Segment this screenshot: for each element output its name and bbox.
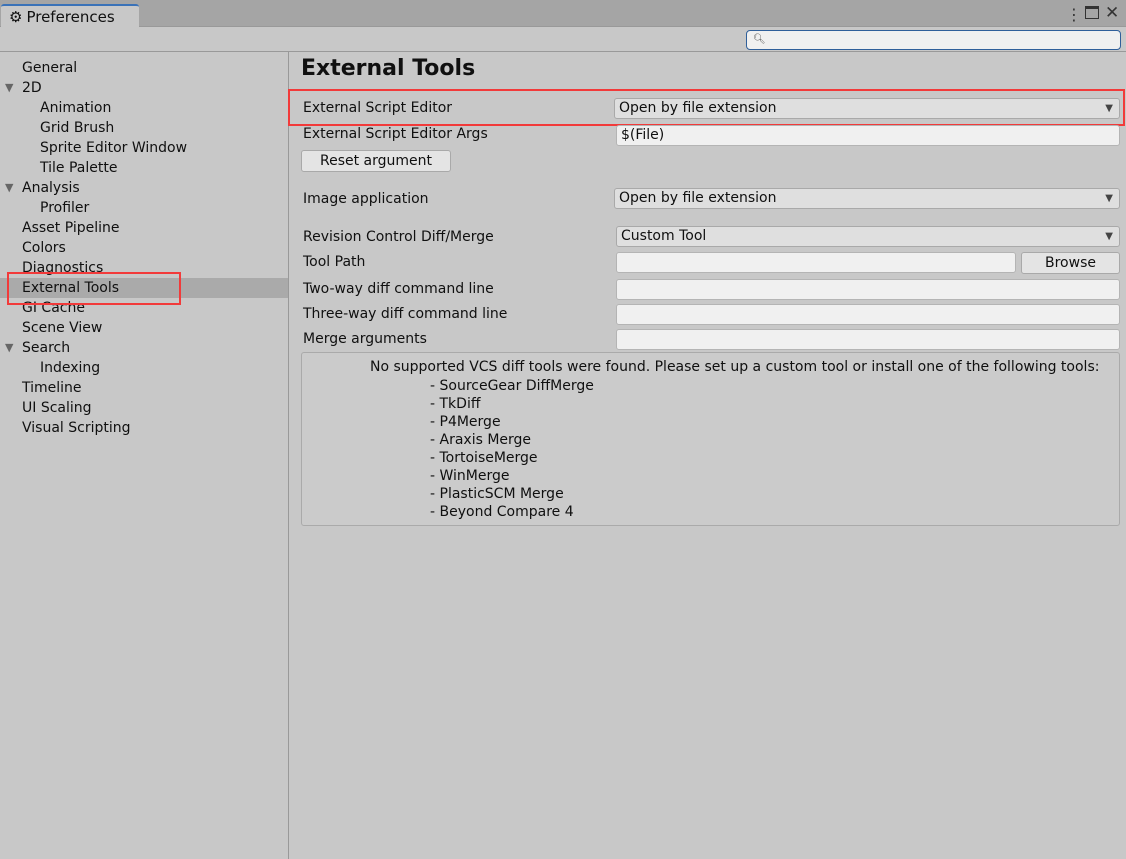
window-title: Preferences [26,8,115,26]
vcs-tool-item: - Beyond Compare 4 [430,504,574,520]
sidebar-item[interactable]: Sprite Editor Window [0,138,288,158]
sidebar-item-label: Analysis [22,180,80,196]
sidebar-item[interactable]: ▼ Search [0,338,288,358]
vcs-tool-item: - Araxis Merge [430,432,532,448]
page-title: External Tools [301,56,476,81]
sidebar-item-label: Animation [40,100,112,116]
vcs-tool-item: - TkDiff [430,396,481,412]
reset-argument-button[interactable]: Reset argument [301,150,451,172]
three-way-label: Three-way diff command line [303,306,508,322]
image-app-dropdown[interactable]: Open by file extension ▼ [614,188,1120,209]
sidebar-item-label: Colors [22,240,66,256]
sidebar-item[interactable]: Visual Scripting [0,418,288,438]
revision-dropdown[interactable]: Custom Tool ▼ [616,226,1120,247]
sidebar-item-label: Timeline [22,380,82,396]
more-icon[interactable]: ⋮ [1066,5,1082,24]
sidebar-item-label: Indexing [40,360,101,376]
dropdown-value: Open by file extension [619,190,777,206]
sidebar-item-label: 2D [22,80,42,96]
two-way-label: Two-way diff command line [303,281,494,297]
search-icon: 🔍︎ [753,34,766,45]
three-way-input[interactable] [616,304,1120,325]
maximize-icon[interactable] [1085,6,1099,19]
sidebar-item-label: Tile Palette [40,160,118,176]
sidebar-item[interactable]: ▼ 2D [0,78,288,98]
tab-preferences[interactable]: ⚙ Preferences [1,4,139,28]
sidebar-item-label: Profiler [40,200,90,216]
help-box: No supported VCS diff tools were found. … [301,352,1120,526]
browse-button[interactable]: Browse [1021,252,1120,274]
sidebar-item-label: Scene View [22,320,103,336]
sidebar-item[interactable]: Animation [0,98,288,118]
sidebar-item-label: Sprite Editor Window [40,140,188,156]
image-app-label: Image application [303,191,429,207]
sidebar-item-label: General [22,60,78,76]
tool-path-label: Tool Path [303,254,366,270]
sidebar-item[interactable]: Tile Palette [0,158,288,178]
sidebar-item[interactable]: Asset Pipeline [0,218,288,238]
sidebar-item-label: Asset Pipeline [22,220,120,236]
sidebar-item-label: Visual Scripting [22,420,131,436]
merge-args-label: Merge arguments [303,331,427,347]
sidebar-item[interactable]: Profiler [0,198,288,218]
sidebar-item[interactable]: UI Scaling [0,398,288,418]
expand-triangle-icon[interactable]: ▼ [5,78,13,98]
gear-icon: ⚙ [9,8,23,26]
sidebar-item[interactable]: Colors [0,238,288,258]
close-icon[interactable]: ✕ [1105,3,1119,23]
search-input[interactable]: 🔍︎ [746,30,1121,50]
vcs-tool-item: - PlasticSCM Merge [430,486,564,502]
title-bar [0,0,1126,27]
highlight-box-editor [288,89,1125,126]
revision-label: Revision Control Diff/Merge [303,229,494,245]
sidebar-item-label: Search [22,340,71,356]
sidebar-item[interactable]: General [0,58,288,78]
vcs-tool-item: - SourceGear DiffMerge [430,378,594,394]
sidebar-item[interactable]: ▼ Analysis [0,178,288,198]
expand-triangle-icon[interactable]: ▼ [5,178,13,198]
sidebar-item[interactable]: Timeline [0,378,288,398]
sidebar-item-label: UI Scaling [22,400,92,416]
merge-args-input[interactable] [616,329,1120,350]
highlight-box-sidebar [7,272,181,305]
vcs-tool-item: - TortoiseMerge [430,450,538,466]
chevron-down-icon: ▼ [1105,231,1113,242]
script-args-input[interactable]: $(File) [616,125,1120,146]
chevron-down-icon: ▼ [1105,193,1113,204]
dropdown-value: Custom Tool [621,228,707,244]
vcs-tool-item: - WinMerge [430,468,510,484]
expand-triangle-icon[interactable]: ▼ [5,338,13,358]
sidebar-item[interactable]: Scene View [0,318,288,338]
sidebar-item-label: Grid Brush [40,120,115,136]
tool-path-input[interactable] [616,252,1016,273]
help-message: No supported VCS diff tools were found. … [370,359,1100,375]
two-way-input[interactable] [616,279,1120,300]
script-args-label: External Script Editor Args [303,126,488,142]
vcs-tool-item: - P4Merge [430,414,501,430]
sidebar-item[interactable]: Grid Brush [0,118,288,138]
sidebar-item[interactable]: Indexing [0,358,288,378]
